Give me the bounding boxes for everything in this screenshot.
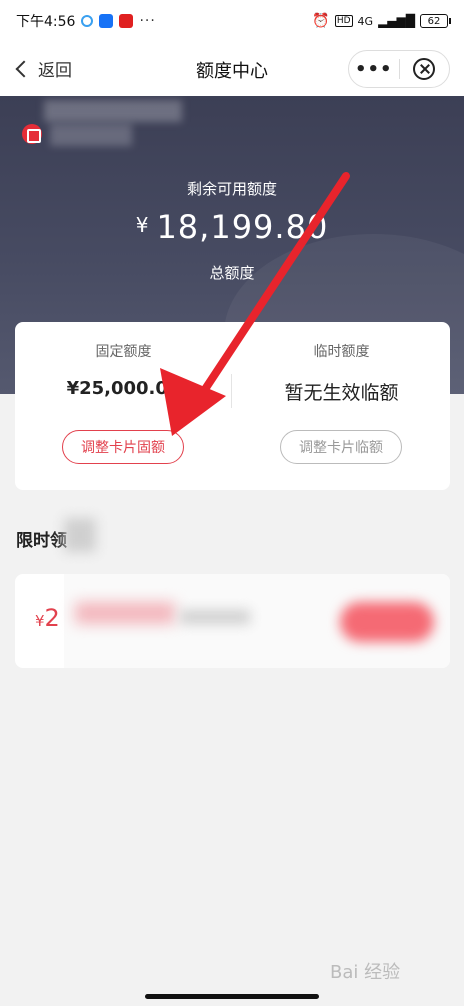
more-button[interactable]: ••• bbox=[349, 59, 399, 80]
battery-icon: 62 bbox=[420, 14, 451, 28]
remaining-credit-label: 剩余可用额度 bbox=[186, 180, 277, 198]
status-time: 下午4:56 bbox=[16, 14, 76, 30]
signal-icon: ▂▄▆█ bbox=[378, 14, 415, 28]
baidu-watermark: Bai 经验 bbox=[330, 962, 401, 983]
bank-logo-icon bbox=[22, 124, 42, 144]
temp-limit-label: 临时额度 bbox=[313, 344, 370, 360]
news-app-icon bbox=[119, 14, 134, 28]
blurred-card-number bbox=[50, 124, 132, 146]
promo-amount-value: 2 bbox=[44, 604, 60, 632]
currency-symbol: ¥ bbox=[135, 213, 149, 237]
fixed-limit-value: ¥25,000.00 bbox=[66, 378, 181, 399]
adjust-temp-limit-button[interactable]: 调整卡片临额 bbox=[280, 430, 402, 464]
blurred-promo-subtext bbox=[180, 610, 250, 624]
remaining-credit-amount: ¥18,199.80 bbox=[0, 208, 464, 246]
column-divider bbox=[231, 374, 232, 408]
credit-limit-card: 固定额度 ¥25,000.00 调整卡片固额 临时额度 暂无生效临额 调整卡片临… bbox=[15, 322, 450, 490]
total-credit-label: 总额度 bbox=[209, 264, 255, 282]
nav-bar: 返回 额度中心 ••• bbox=[0, 42, 464, 96]
remaining-amount-value: 18,199.80 bbox=[156, 208, 329, 246]
mini-program-capsule: ••• bbox=[348, 50, 450, 88]
zhihu-app-icon bbox=[99, 14, 114, 28]
temp-limit-section: 临时额度 暂无生效临额 调整卡片临额 bbox=[233, 322, 450, 490]
blurred-promo-text bbox=[75, 602, 175, 624]
blurred-title-suffix bbox=[64, 518, 96, 552]
temp-limit-value: 暂无生效临额 bbox=[284, 382, 399, 404]
promo-amount: ¥2 bbox=[35, 604, 60, 632]
close-icon bbox=[413, 58, 436, 80]
network-label: 4G bbox=[357, 14, 374, 28]
blurred-card-name bbox=[44, 100, 182, 122]
fixed-limit-label: 固定额度 bbox=[95, 344, 152, 360]
adjust-fixed-limit-button[interactable]: 调整卡片固额 bbox=[62, 430, 184, 464]
battery-level: 62 bbox=[427, 15, 441, 27]
home-gesture-bar[interactable] bbox=[145, 994, 319, 999]
more-notifications-icon: ··· bbox=[139, 13, 156, 29]
close-button[interactable] bbox=[399, 58, 449, 80]
blurred-promo-button[interactable] bbox=[340, 602, 434, 642]
status-bar: 下午4:56 ··· ⏰ HD 4G ▂▄▆█ 62 bbox=[0, 0, 464, 42]
alarm-icon: ⏰ bbox=[312, 13, 330, 29]
promo-currency: ¥ bbox=[35, 612, 45, 630]
fixed-limit-section: 固定额度 ¥25,000.00 调整卡片固额 bbox=[15, 322, 232, 490]
limited-offer-title: 限时领 bbox=[16, 531, 67, 551]
notification-icon bbox=[81, 15, 94, 27]
promo-card[interactable]: ¥2 bbox=[15, 574, 450, 668]
hd-icon: HD bbox=[334, 15, 353, 27]
